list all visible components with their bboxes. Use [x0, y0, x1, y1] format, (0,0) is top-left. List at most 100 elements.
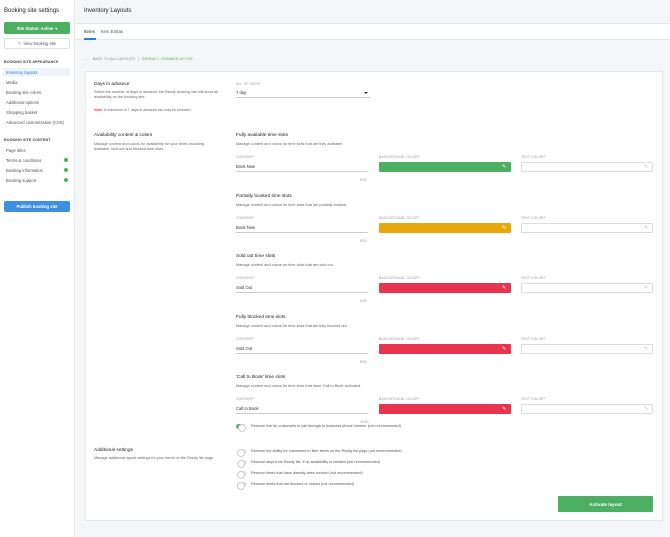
sold-out-char-counter: 8/30 — [360, 299, 367, 303]
remove-empty-days-toggle[interactable] — [237, 459, 247, 468]
no-of-days-select[interactable]: 7 day — [236, 88, 370, 98]
status-dot-icon — [64, 178, 68, 182]
fully-available-text-color-picker[interactable]: ✎ — [521, 162, 653, 172]
sidebar-item-advanced-customization[interactable]: Advanced customization (CSS) — [4, 118, 70, 126]
required-asterisk: * — [253, 155, 255, 159]
sold-out-bg-color-label: BACKGROUND COLOR* — [379, 276, 420, 280]
view-booking-site-label: View booking site — [23, 41, 57, 46]
publish-booking-site-button[interactable]: Publish booking site — [4, 201, 70, 212]
partially-booked-char-counter: 8/30 — [360, 239, 367, 243]
fully-blocked-title: Fully blocked time slots — [236, 315, 286, 320]
required-asterisk: * — [417, 276, 420, 280]
tab-items[interactable]: Items — [84, 29, 95, 34]
remove-booked-times-toggle[interactable] — [237, 470, 247, 479]
call-to-book-text-color-label: TEXT COLOR* — [521, 397, 546, 401]
status-dot-icon — [64, 158, 68, 162]
fully-blocked-text-color-picker[interactable]: ✎ — [521, 344, 653, 354]
partially-booked-content-label: CONTENT* — [236, 216, 255, 220]
sidebar-item-booking-support[interactable]: Booking support — [4, 176, 70, 184]
availability-title: Availability content & colors — [94, 133, 153, 138]
pencil-icon: ✎ — [502, 406, 507, 412]
pencil-icon: ✎ — [502, 164, 507, 170]
current-layout-label: DEFAULT • SUMMER ACTIVE — [141, 57, 194, 61]
pencil-icon: ✎ — [644, 164, 649, 170]
pencil-icon: ✎ — [644, 406, 649, 412]
required-asterisk: * — [417, 216, 420, 220]
required-asterisk: * — [417, 397, 420, 401]
remove-empty-days-label: Remove days from Rezdy list, if no avail… — [251, 460, 380, 464]
partially-booked-content-input[interactable]: Book Now — [236, 223, 368, 233]
content-heading: BOOKING SITE CONTENT — [4, 138, 51, 142]
partially-booked-text-color-picker[interactable]: ✎ — [521, 223, 653, 233]
sold-out-text-color-picker[interactable]: ✎ — [521, 283, 653, 293]
site-status-label: Site Status: Active — [16, 25, 54, 31]
fully-available-bg-color-picker[interactable]: ✎ — [379, 162, 511, 172]
required-asterisk: * — [543, 216, 546, 220]
filter-items-label: Remove the ability for customers to filt… — [251, 449, 402, 453]
sidebar-title: Booking site settings — [4, 8, 60, 14]
sidebar-item-booking-site-colors[interactable]: Booking site colors — [4, 88, 70, 96]
call-to-book-bg-color-picker[interactable]: ✎ — [379, 404, 511, 414]
pencil-icon: ✎ — [502, 225, 507, 231]
page-title: Inventory Layouts — [84, 8, 132, 14]
fully-blocked-description: Manage content and colors for time slots… — [236, 324, 348, 328]
fully-blocked-content-label: CONTENT* — [236, 337, 255, 341]
required-asterisk: * — [253, 216, 255, 220]
fully-available-content-input[interactable]: Book Now — [236, 162, 368, 172]
activate-layout-button[interactable]: Activate layout — [558, 496, 653, 512]
fully-blocked-content-input[interactable]: Sold Out — [236, 344, 368, 354]
fully-available-char-counter: 8/30 — [360, 178, 367, 182]
call-to-book-title: 'Call to Book' time slots — [236, 375, 286, 380]
pencil-icon: ✎ — [502, 285, 507, 291]
sidebar-item-inventory-layouts[interactable]: Inventory layouts — [3, 68, 70, 76]
remove-call-link-label: Remove link for customers to call throug… — [251, 424, 401, 428]
breadcrumb-separator: | — [137, 57, 139, 61]
partially-booked-bg-color-label: BACKGROUND COLOR* — [379, 216, 420, 220]
appearance-heading: BOOKING SITE APPEARANCE — [4, 60, 59, 64]
sidebar-item-terms[interactable]: Terms & conditions — [4, 156, 70, 164]
fully-blocked-bg-color-picker[interactable]: ✎ — [379, 344, 511, 354]
sidebar-item-label: Booking information — [6, 167, 44, 173]
partially-booked-description: Manage content and colors for time slots… — [236, 203, 348, 207]
remove-blocked-times-label: Remove times that are blocked or closed … — [251, 482, 354, 486]
sidebar-item-page-titles[interactable]: Page titles — [4, 146, 70, 154]
header: Inventory Layouts — [76, 0, 670, 24]
call-to-book-description: Manage content and colors for time slots… — [236, 384, 362, 388]
remove-booked-times-label: Remove times that have already been book… — [251, 471, 363, 475]
fully-blocked-char-counter: 8/30 — [360, 360, 367, 364]
no-of-days-value: 7 day — [236, 90, 247, 95]
sidebar-item-shopping-basket[interactable]: Shopping basket — [4, 108, 70, 116]
arrow-left-icon: ← — [86, 57, 90, 61]
sidebar-item-label: Terms & conditions — [6, 157, 42, 163]
remove-blocked-times-toggle[interactable] — [237, 481, 247, 490]
fully-blocked-text-color-label: TEXT COLOR* — [521, 337, 546, 341]
additional-settings-description: Manage additional layout settings for yo… — [94, 456, 215, 460]
sidebar-item-additional-options[interactable]: Additional options — [4, 98, 70, 106]
availability-description: Manage content and colors for availabili… — [94, 142, 204, 152]
tab-item-extras[interactable]: Item Extras — [101, 29, 123, 34]
sold-out-content-input[interactable]: Sold Out — [236, 283, 368, 293]
partially-booked-text-color-label: TEXT COLOR* — [521, 216, 546, 220]
back-to-layouts-link[interactable]: ← BACK TO ALL LAYOUTS | DEFAULT • SUMMER… — [86, 57, 193, 61]
site-status-button[interactable]: Site Status: Active ▾ — [4, 22, 70, 34]
fully-blocked-bg-color-label: BACKGROUND COLOR* — [379, 337, 420, 341]
sold-out-title: Sold out time slots — [236, 254, 276, 259]
no-of-days-label: NO. OF DAYS* — [236, 82, 261, 86]
pencil-icon: ✎ — [644, 285, 649, 291]
call-to-book-text-color-picker[interactable]: ✎ — [521, 404, 653, 414]
sidebar-item-booking-information[interactable]: Booking information — [4, 166, 70, 174]
partially-booked-bg-color-picker[interactable]: ✎ — [379, 223, 511, 233]
sidebar-item-media[interactable]: Media — [4, 78, 70, 86]
view-booking-site-button[interactable]: ✎ View booking site — [4, 38, 70, 49]
status-dot-icon — [64, 168, 68, 172]
fully-available-description: Manage content and colors for time slots… — [236, 142, 344, 146]
remove-call-link-toggle[interactable] — [236, 423, 246, 432]
filter-items-toggle[interactable] — [237, 448, 247, 457]
call-to-book-content-input[interactable]: Call to Book — [236, 404, 368, 414]
required-asterisk: * — [417, 155, 420, 159]
active-tab-indicator — [84, 38, 96, 40]
note-label: Note: — [94, 108, 104, 112]
required-asterisk: * — [253, 397, 255, 401]
call-to-book-bg-color-label: BACKGROUND COLOR* — [379, 397, 420, 401]
sold-out-bg-color-picker[interactable]: ✎ — [379, 283, 511, 293]
